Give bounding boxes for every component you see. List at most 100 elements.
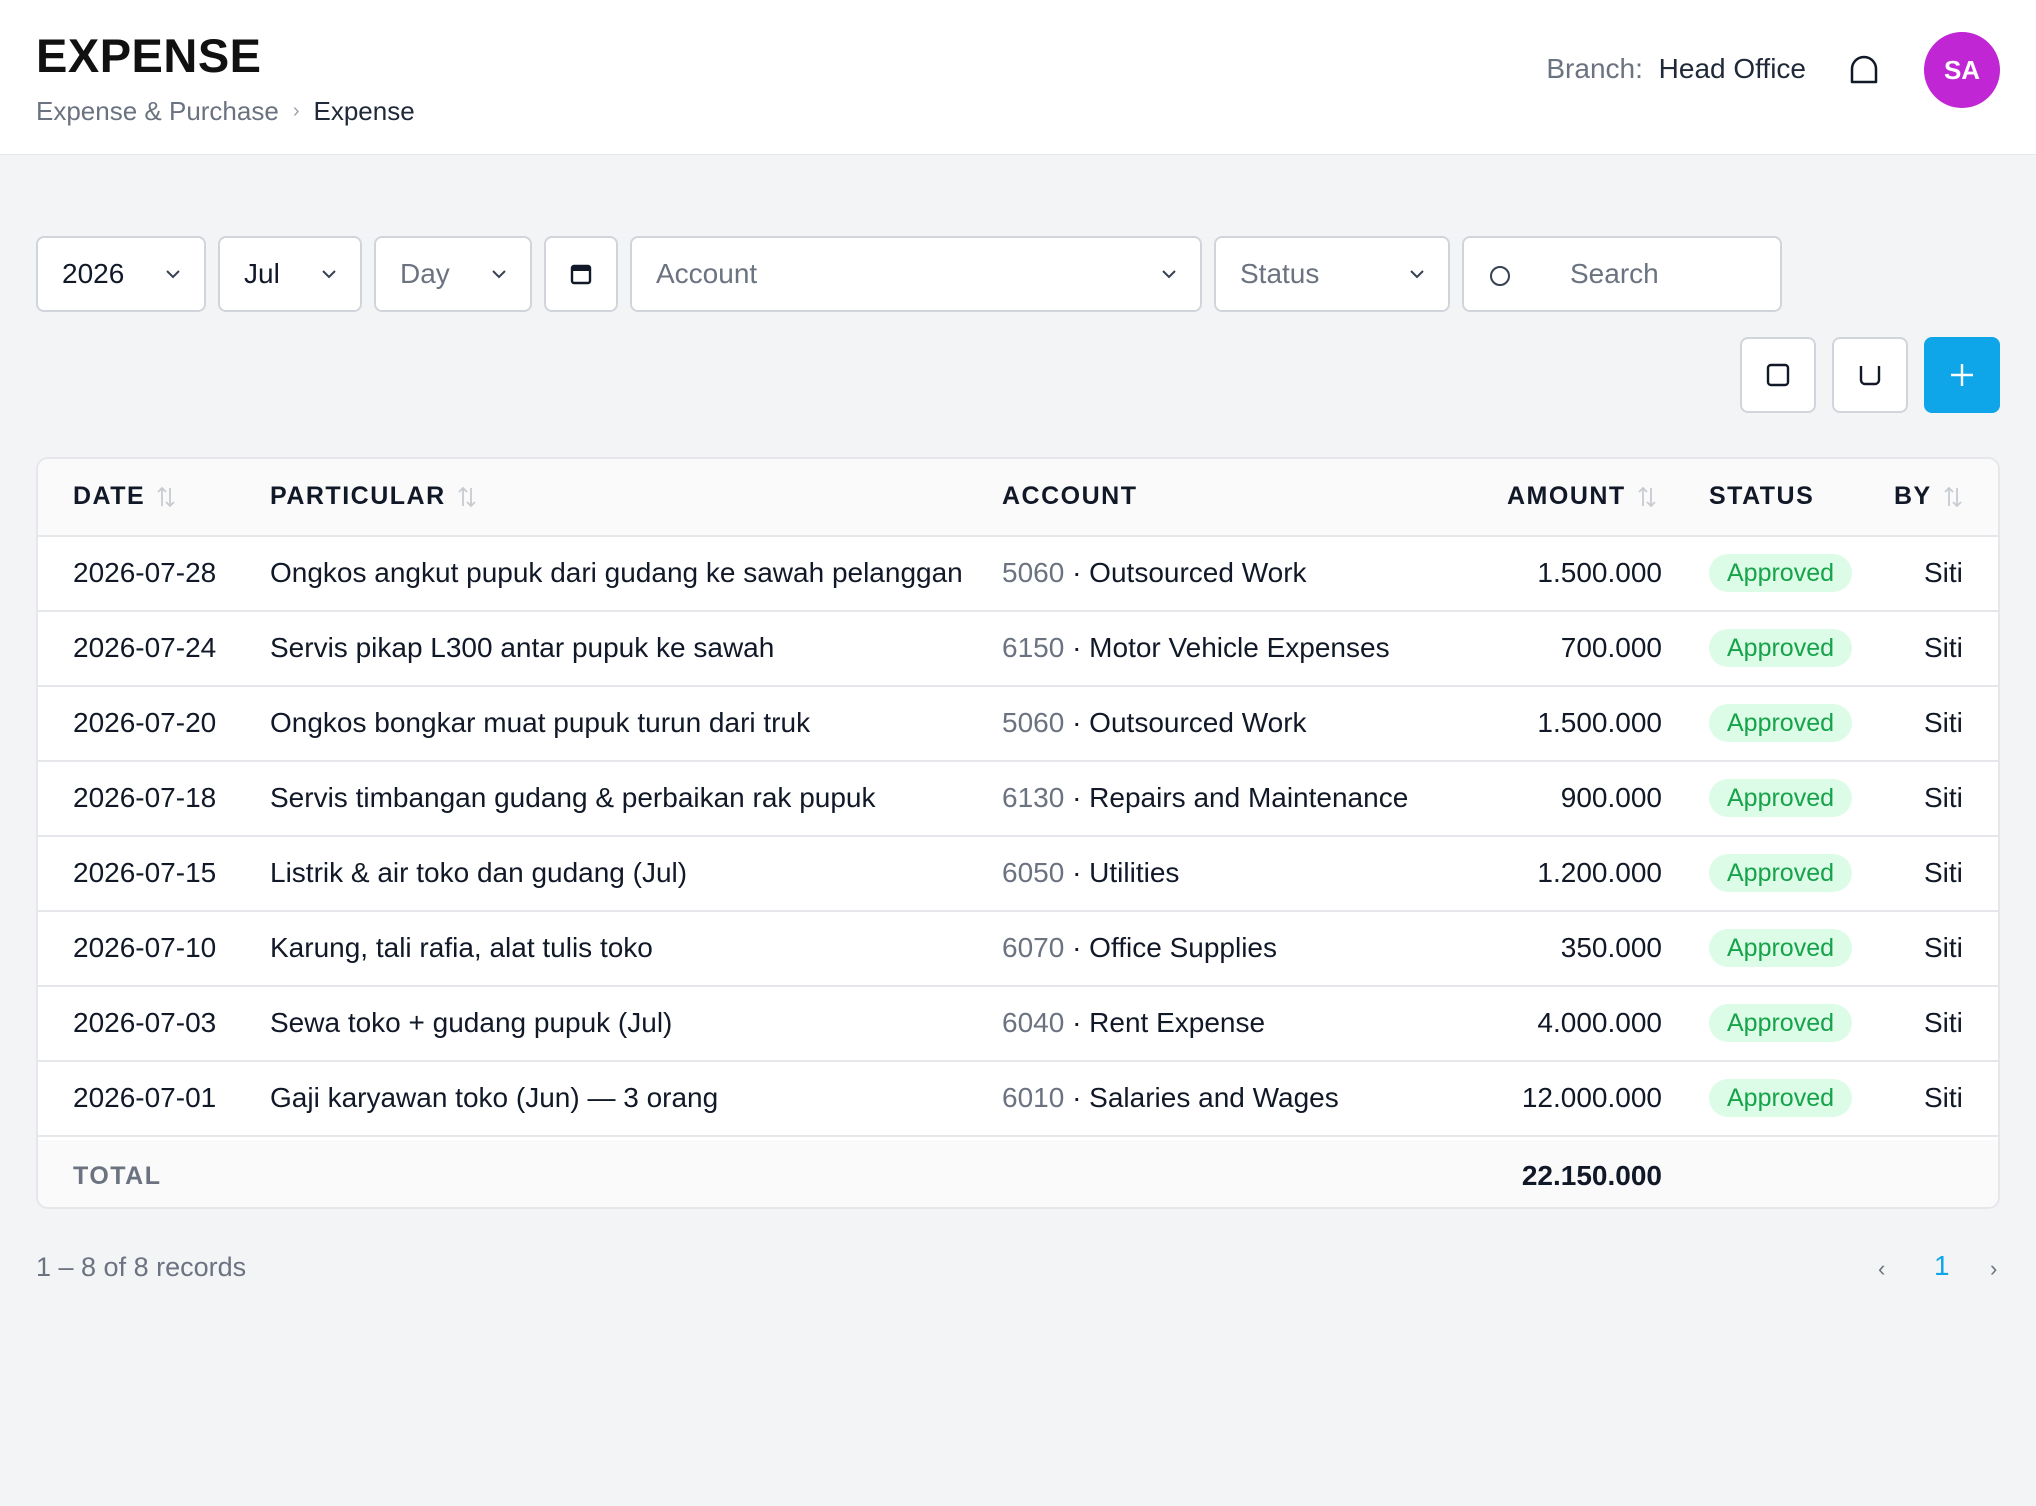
notification-bell-icon[interactable]: [1845, 52, 1883, 90]
account-name: · Office Supplies: [1072, 932, 1277, 963]
branch-label: Branch:: [1546, 53, 1643, 84]
column-account: ACCOUNT: [1002, 482, 1138, 511]
date-picker-button[interactable]: [544, 236, 618, 312]
column-by-label: BY: [1894, 482, 1932, 510]
account-name: · Salaries and Wages: [1072, 1082, 1339, 1113]
prev-page-button[interactable]: ‹: [1878, 1256, 1885, 1282]
column-status: STATUS: [1709, 482, 1814, 511]
table-header: DATE PARTICULAR ACCOUNT AMOUNT STATUS BY: [38, 459, 1998, 537]
table-row[interactable]: 2026-07-24 Servis pikap L300 antar pupuk…: [38, 612, 1998, 687]
column-date[interactable]: DATE: [73, 482, 177, 511]
chevron-down-icon: [1162, 270, 1176, 279]
breadcrumb: Expense & Purchase › Expense: [36, 96, 415, 127]
cell-by: Siti: [1924, 1082, 1963, 1113]
status-badge: Approved: [1709, 629, 1853, 667]
search-icon: [1490, 266, 1510, 286]
table-row[interactable]: 2026-07-01 Gaji karyawan toko (Jun) — 3 …: [38, 1062, 1998, 1137]
total-value: 22.150.000: [1521, 1160, 1662, 1191]
page-header: EXPENSE Expense & Purchase › Expense Bra…: [0, 0, 2036, 155]
table-row[interactable]: 2026-07-18 Servis timbangan gudang & per…: [38, 762, 1998, 837]
account-code: 6150: [1002, 632, 1065, 663]
total-label: TOTAL: [73, 1162, 162, 1190]
status-badge: Approved: [1709, 1079, 1853, 1117]
account-code: 6050: [1002, 857, 1065, 888]
search-placeholder: Search: [1570, 258, 1659, 289]
cell-amount: 1.500.000: [1537, 707, 1662, 738]
table-row[interactable]: 2026-07-28 Ongkos angkut pupuk dari guda…: [38, 537, 1998, 612]
page-number-button[interactable]: 1: [1934, 1250, 1950, 1282]
branch-value: Head Office: [1658, 53, 1806, 84]
table-total-row: TOTAL 22.150.000: [38, 1140, 1998, 1207]
table-row[interactable]: 2026-07-15 Listrik & air toko dan gudang…: [38, 837, 1998, 912]
year-select[interactable]: 2026: [36, 236, 206, 312]
column-by[interactable]: BY: [1894, 482, 1964, 511]
column-date-label: DATE: [73, 482, 146, 510]
select-all-button[interactable]: [1740, 337, 1816, 413]
cell-by: Siti: [1924, 782, 1963, 813]
branch-selector[interactable]: Branch: Head Office: [1546, 53, 1806, 85]
column-amount[interactable]: AMOUNT: [1507, 482, 1658, 511]
cell-date: 2026-07-15: [73, 857, 217, 888]
records-count: 1 – 8 of 8 records: [36, 1252, 247, 1282]
table-row[interactable]: 2026-07-10 Karung, tali rafia, alat tuli…: [38, 912, 1998, 987]
cell-particular: Gaji karyawan toko (Jun) — 3 orang: [270, 1082, 719, 1113]
account-name: · Rent Expense: [1072, 1007, 1266, 1038]
cell-amount: 12.000.000: [1521, 1082, 1662, 1113]
next-page-button[interactable]: ›: [1990, 1256, 1997, 1282]
chevron-down-icon: [1410, 270, 1424, 279]
column-status-label: STATUS: [1709, 482, 1815, 510]
export-button[interactable]: [1832, 337, 1908, 413]
cell-date: 2026-07-03: [73, 1007, 217, 1038]
cell-date: 2026-07-28: [73, 557, 217, 588]
column-particular[interactable]: PARTICULAR: [270, 482, 478, 511]
account-name: · Outsourced Work: [1072, 707, 1307, 738]
status-badge: Approved: [1709, 854, 1853, 892]
page-title: EXPENSE: [36, 29, 262, 82]
status-badge: Approved: [1709, 779, 1853, 817]
user-avatar[interactable]: SA: [1924, 32, 2000, 108]
status-select[interactable]: Status: [1214, 236, 1450, 312]
column-amount-label: AMOUNT: [1507, 482, 1626, 510]
month-select-value: Jul: [244, 258, 280, 289]
table-row[interactable]: 2026-07-20 Ongkos bongkar muat pupuk tur…: [38, 687, 1998, 762]
status-select-placeholder: Status: [1240, 258, 1320, 289]
expense-table: DATE PARTICULAR ACCOUNT AMOUNT STATUS BY…: [36, 457, 2000, 1209]
cell-date: 2026-07-10: [73, 932, 217, 963]
status-badge: Approved: [1709, 929, 1853, 967]
year-select-value: 2026: [62, 258, 125, 289]
cell-particular: Servis pikap L300 antar pupuk ke sawah: [270, 632, 775, 663]
account-select[interactable]: Account: [630, 236, 1202, 312]
table-row[interactable]: 2026-07-03 Sewa toko + gudang pupuk (Jul…: [38, 987, 1998, 1062]
search-input[interactable]: Search: [1462, 236, 1782, 312]
chevron-down-icon: [492, 270, 506, 279]
column-account-label: ACCOUNT: [1002, 482, 1138, 510]
cell-date: 2026-07-24: [73, 632, 217, 663]
cell-account: 6130 · Repairs and Maintenance: [1002, 782, 1408, 814]
tray-icon: [1859, 366, 1881, 386]
cell-particular: Ongkos bongkar muat pupuk turun dari tru…: [270, 707, 811, 738]
cell-by: Siti: [1924, 632, 1963, 663]
month-select[interactable]: Jul: [218, 236, 362, 312]
account-select-placeholder: Account: [656, 258, 758, 289]
account-name: · Motor Vehicle Expenses: [1072, 632, 1390, 663]
cell-particular: Listrik & air toko dan gudang (Jul): [270, 857, 688, 888]
account-code: 5060: [1002, 557, 1065, 588]
day-select[interactable]: Day: [374, 236, 532, 312]
chevron-down-icon: [322, 270, 336, 279]
cell-date: 2026-07-01: [73, 1082, 217, 1113]
cell-amount: 1.500.000: [1537, 557, 1662, 588]
cell-amount: 350.000: [1560, 932, 1662, 963]
add-expense-button[interactable]: [1924, 337, 2000, 413]
chevron-down-icon: [166, 270, 180, 279]
cell-particular: Servis timbangan gudang & perbaikan rak …: [270, 782, 876, 813]
cell-account: 6150 · Motor Vehicle Expenses: [1002, 632, 1390, 664]
account-name: · Repairs and Maintenance: [1072, 782, 1409, 813]
cell-by: Siti: [1924, 857, 1963, 888]
account-code: 6010: [1002, 1082, 1065, 1113]
cell-particular: Karung, tali rafia, alat tulis toko: [270, 932, 653, 963]
cell-by: Siti: [1924, 707, 1963, 738]
breadcrumb-parent[interactable]: Expense & Purchase: [36, 96, 279, 127]
cell-account: 6040 · Rent Expense: [1002, 1007, 1265, 1039]
sort-icon: [1638, 486, 1656, 507]
cell-by: Siti: [1924, 1007, 1963, 1038]
